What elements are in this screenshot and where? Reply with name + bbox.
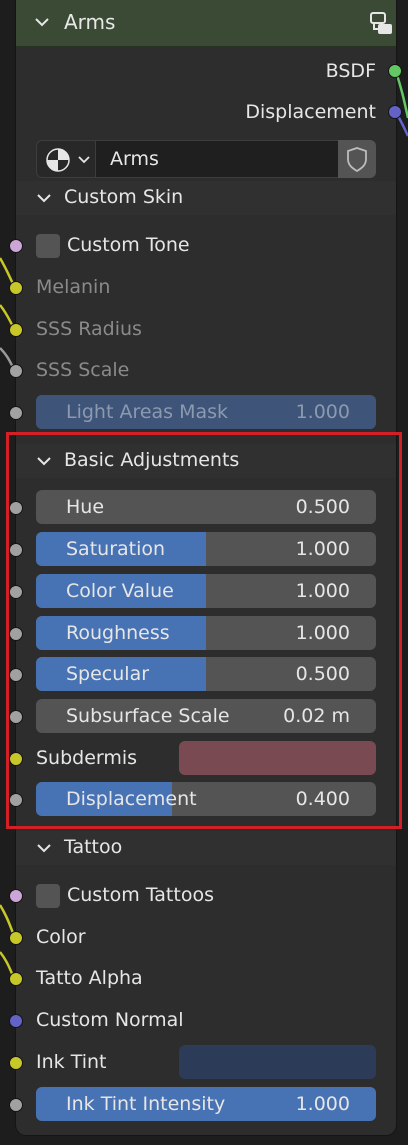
sss-radius-socket[interactable]	[9, 323, 23, 337]
slider-value: 1.000	[295, 1093, 350, 1115]
material-name-field[interactable]: Arms	[96, 140, 338, 178]
node-title: Arms	[64, 10, 116, 34]
shield-icon	[347, 147, 367, 173]
ink-tint-intensity-slider[interactable]: Ink Tint Intensity 1.000	[36, 1087, 376, 1121]
output-displacement-label: Displacement	[245, 101, 376, 123]
panel-tattoo[interactable]: Tattoo	[16, 831, 396, 865]
collapse-chevron-icon[interactable]	[34, 14, 50, 30]
custom-normal-socket[interactable]	[9, 1014, 23, 1028]
slider-label: Ink Tint Intensity	[66, 1093, 226, 1115]
color-label: Color	[36, 926, 86, 948]
chevron-down-icon	[36, 840, 52, 856]
material-name: Arms	[110, 148, 159, 170]
custom-tone-checkbox[interactable]	[36, 234, 60, 258]
output-displacement-socket[interactable]	[388, 105, 402, 119]
color-socket[interactable]	[9, 931, 23, 945]
melanin-label: Melanin	[36, 276, 111, 298]
ink-tint-intensity-socket[interactable]	[9, 1098, 23, 1112]
custom-tattoos-socket[interactable]	[9, 889, 23, 903]
node-group-icon[interactable]	[368, 10, 396, 38]
output-bsdf-label: BSDF	[325, 60, 376, 82]
node-header[interactable]: Arms	[16, 0, 396, 47]
sss-radius-label: SSS Radius	[36, 318, 142, 340]
material-selector[interactable]: Arms	[36, 140, 376, 178]
custom-normal-label: Custom Normal	[36, 1009, 184, 1031]
melanin-socket[interactable]	[9, 281, 23, 295]
fake-user-button[interactable]	[338, 140, 376, 178]
light-areas-mask-socket[interactable]	[9, 406, 23, 420]
material-sphere-icon	[46, 148, 90, 172]
material-browse-button[interactable]	[36, 140, 96, 178]
custom-tattoos-checkbox[interactable]	[36, 884, 60, 908]
panel-custom-skin[interactable]: Custom Skin	[16, 181, 396, 215]
panel-title: Tattoo	[64, 836, 123, 858]
output-bsdf-socket[interactable]	[388, 64, 402, 78]
sss-scale-label: SSS Scale	[36, 359, 130, 381]
chevron-down-icon	[36, 190, 52, 206]
custom-tone-label: Custom Tone	[67, 234, 190, 256]
ink-tint-label: Ink Tint	[36, 1051, 107, 1073]
slider-label: Light Areas Mask	[66, 401, 229, 423]
tatto-alpha-label: Tatto Alpha	[36, 967, 143, 989]
slider-value: 1.000	[295, 401, 350, 423]
sss-scale-socket[interactable]	[9, 364, 23, 378]
custom-tattoos-label: Custom Tattoos	[67, 884, 214, 906]
panel-title: Custom Skin	[64, 186, 184, 208]
ink-tint-socket[interactable]	[9, 1056, 23, 1070]
custom-tone-socket[interactable]	[9, 239, 23, 253]
ink-tint-color-swatch[interactable]	[179, 1045, 376, 1079]
highlight-box	[6, 432, 402, 829]
light-areas-mask-slider[interactable]: Light Areas Mask 1.000	[36, 395, 376, 429]
tatto-alpha-socket[interactable]	[9, 972, 23, 986]
